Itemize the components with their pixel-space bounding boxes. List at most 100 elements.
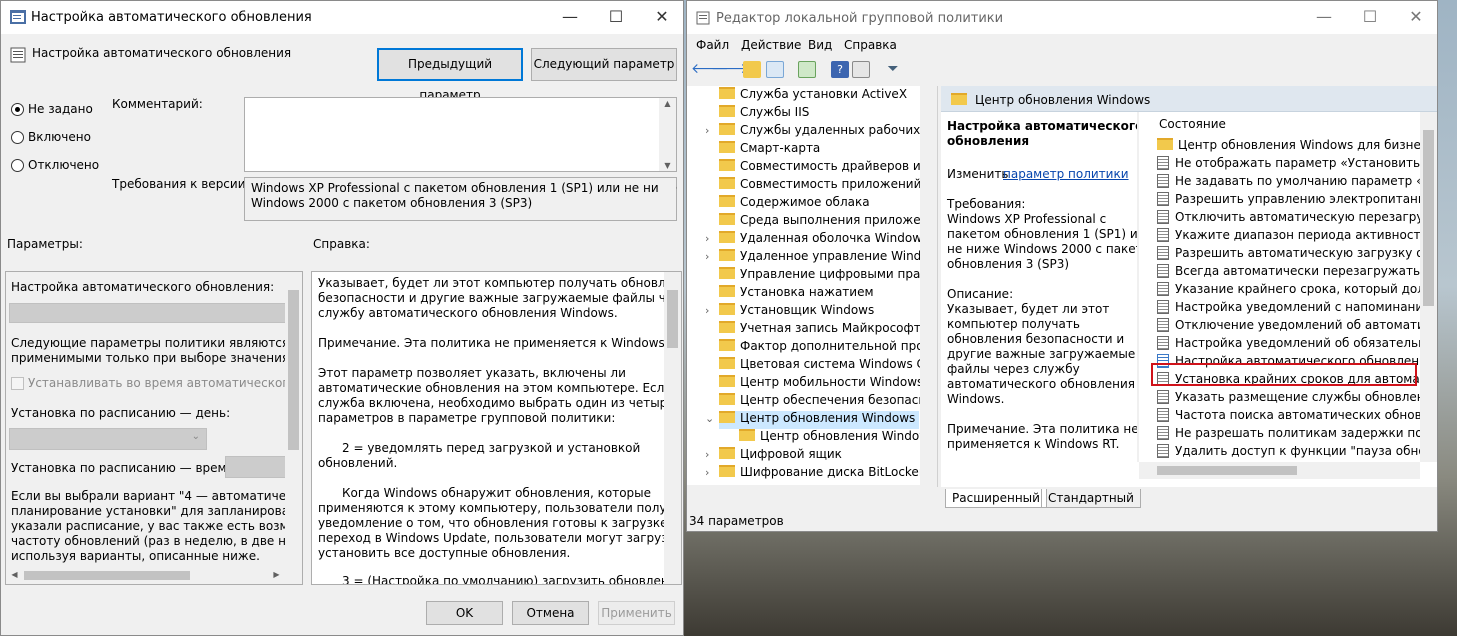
settings-row[interactable]: Настройка уведомлений об обязательном а [1157,336,1437,354]
radio-not-configured[interactable] [11,103,24,116]
chevron-down-icon[interactable]: ⌄ [705,412,714,425]
tree-item[interactable]: Содержимое облака [719,195,870,213]
tree-item[interactable]: Смарт-карта [719,141,820,159]
settings-vscrollbar[interactable] [1420,112,1437,462]
tree-item[interactable]: Шифрование диска BitLocker [719,465,924,483]
params-hscrollbar[interactable]: ◀ ▶ [6,567,302,584]
up-folder-icon[interactable] [743,61,761,78]
tree-item[interactable]: Цветовая система Windows Colc [719,357,937,375]
tree-item[interactable]: Совместимость приложений [719,177,921,195]
back-arrow-icon[interactable]: 🡐 [691,61,729,78]
chevron-right-icon[interactable]: › [705,232,709,245]
settings-row[interactable]: Разрешить управлению электропитанием ц [1157,192,1437,210]
settings-hscroll-thumb[interactable] [1157,466,1297,475]
radio-enabled[interactable] [11,131,24,144]
settings-scroll-thumb[interactable] [1423,130,1434,306]
settings-row[interactable]: Настройка уведомлений с напоминанием о [1157,300,1437,318]
apply-button[interactable]: Применить [598,601,675,625]
settings-row[interactable]: Разрешить автоматическую загрузку обновл [1157,246,1437,264]
tree-item[interactable]: Центр обновления Windows [719,411,920,429]
comment-textarea[interactable]: ▲ ▼ [244,97,677,172]
chevron-right-icon[interactable]: › [705,124,709,137]
edit-policy-link[interactable]: параметр политики [1003,167,1129,182]
tree-item[interactable]: Службы IIS [719,105,809,123]
help-icon[interactable]: ? [831,61,849,78]
tree-item[interactable]: Установка нажатием [719,285,874,303]
tree-item[interactable]: Центр обеспечения безопасност [719,393,937,411]
cancel-button[interactable]: Отмена [512,601,589,625]
settings-row[interactable]: Всегда автоматически перезагружаться в з… [1157,264,1437,282]
menu-view[interactable]: Вид [808,38,832,52]
settings-row[interactable]: Отключение уведомлений об автоматическ [1157,318,1437,336]
tree-item[interactable]: Учетная запись Майкрософт [719,321,921,339]
chevron-right-icon[interactable]: › [705,304,709,317]
settings-row[interactable]: Частота поиска автоматических обновлений [1157,408,1437,426]
schedule-time-dropdown[interactable] [225,456,287,478]
schedule-day-dropdown[interactable]: ⌄ [9,428,207,450]
chevron-right-icon[interactable]: › [705,448,709,461]
params-vscrollbar[interactable] [285,272,302,567]
ok-button[interactable]: OK [426,601,503,625]
params-scroll-thumb[interactable] [288,290,299,450]
menu-file[interactable]: Файл [696,38,729,52]
maximize-button[interactable]: ☐ [593,3,639,31]
chevron-right-icon[interactable]: › [705,250,709,263]
gpe-close-button[interactable]: ✕ [1393,3,1439,31]
tree-item[interactable]: Среда выполнения приложения [719,213,937,231]
tree-hscrollbar[interactable] [687,485,920,487]
tab-standard[interactable]: Стандартный [1041,489,1141,508]
scroll-up-icon[interactable]: ▲ [659,99,676,108]
help-scroll-thumb[interactable] [667,290,678,348]
tree-item[interactable]: Цифровой ящик [719,447,842,465]
close-button[interactable]: ✕ [639,3,685,31]
tree-item[interactable]: Совместимость драйверов и уст [719,159,937,177]
gpe-maximize-button[interactable]: ☐ [1347,3,1393,31]
menu-action[interactable]: Действие [741,38,801,52]
settings-row[interactable]: Центр обновления Windows для бизнеса [1157,138,1435,156]
tree-item[interactable]: Установщик Windows [719,303,874,321]
tree-item[interactable]: Удаленное управление Windows [719,249,937,267]
properties-icon[interactable] [852,61,870,78]
scroll-down-icon[interactable]: ▼ [659,161,676,170]
tree-item[interactable]: Службы удаленных рабочих сто [719,123,937,141]
tree-item-label: Установка нажатием [740,285,874,299]
tab-extended[interactable]: Расширенный [945,489,1047,508]
minimize-button[interactable]: — [547,3,593,31]
scroll-left-icon[interactable]: ◀ [6,570,23,579]
settings-row[interactable]: Указать размещение службы обновлений М [1157,390,1437,408]
requirements-scrollbar[interactable] [659,178,676,220]
settings-hscrollbar[interactable] [1139,462,1420,479]
tree-item[interactable]: Удаленная оболочка Windows [719,231,928,249]
tree-item[interactable]: Центр обновления Windows [739,429,935,447]
auto-update-dropdown[interactable] [9,303,287,323]
export-icon[interactable] [798,61,816,78]
comment-scrollbar[interactable]: ▲ ▼ [659,98,676,171]
params-hscroll-thumb[interactable] [24,571,190,580]
menu-help[interactable]: Справка [844,38,897,52]
column-state-header[interactable]: Состояние [1159,117,1226,131]
settings-row[interactable]: Удалить доступ к функции "пауза обновлен [1157,444,1437,462]
tree-item[interactable]: Центр мобильности Windows [719,375,923,393]
filter-icon[interactable]: ⏷ [884,61,902,78]
settings-row[interactable]: Отключить автоматическую перезагрузку д [1157,210,1437,228]
gpe-minimize-button[interactable]: — [1301,3,1347,31]
show-tree-icon[interactable] [766,61,784,78]
chevron-right-icon[interactable]: › [705,466,709,479]
settings-row[interactable]: Указание крайнего срока, который должен … [1157,282,1437,300]
previous-setting-button[interactable]: Предыдущий параметр [377,48,523,102]
help-vscrollbar[interactable] [664,272,681,584]
next-setting-button[interactable]: Следующий параметр [531,48,677,81]
settings-row[interactable]: Не отображать параметр «Установить обнов [1157,156,1437,174]
settings-row[interactable]: Укажите диапазон периода активности для … [1157,228,1437,246]
tree-item[interactable]: Управление цифровыми правам [719,267,937,285]
scroll-right-icon[interactable]: ▶ [268,570,285,579]
settings-row[interactable]: Не разрешать политикам задержки получен [1157,426,1437,444]
radio-disabled[interactable] [11,159,24,172]
maintenance-install-checkbox[interactable] [11,377,24,390]
tree-item[interactable]: Фактор дополнительной провер [719,339,937,357]
tree-item[interactable]: Служба установки ActiveX [719,87,907,105]
desc-vscrollbar[interactable] [1137,112,1139,462]
settings-row[interactable]: Не задавать по умолчанию параметр «Устан [1157,174,1437,192]
forward-arrow-icon[interactable]: 🡒 [711,61,749,78]
tree-vscrollbar[interactable] [920,86,937,487]
